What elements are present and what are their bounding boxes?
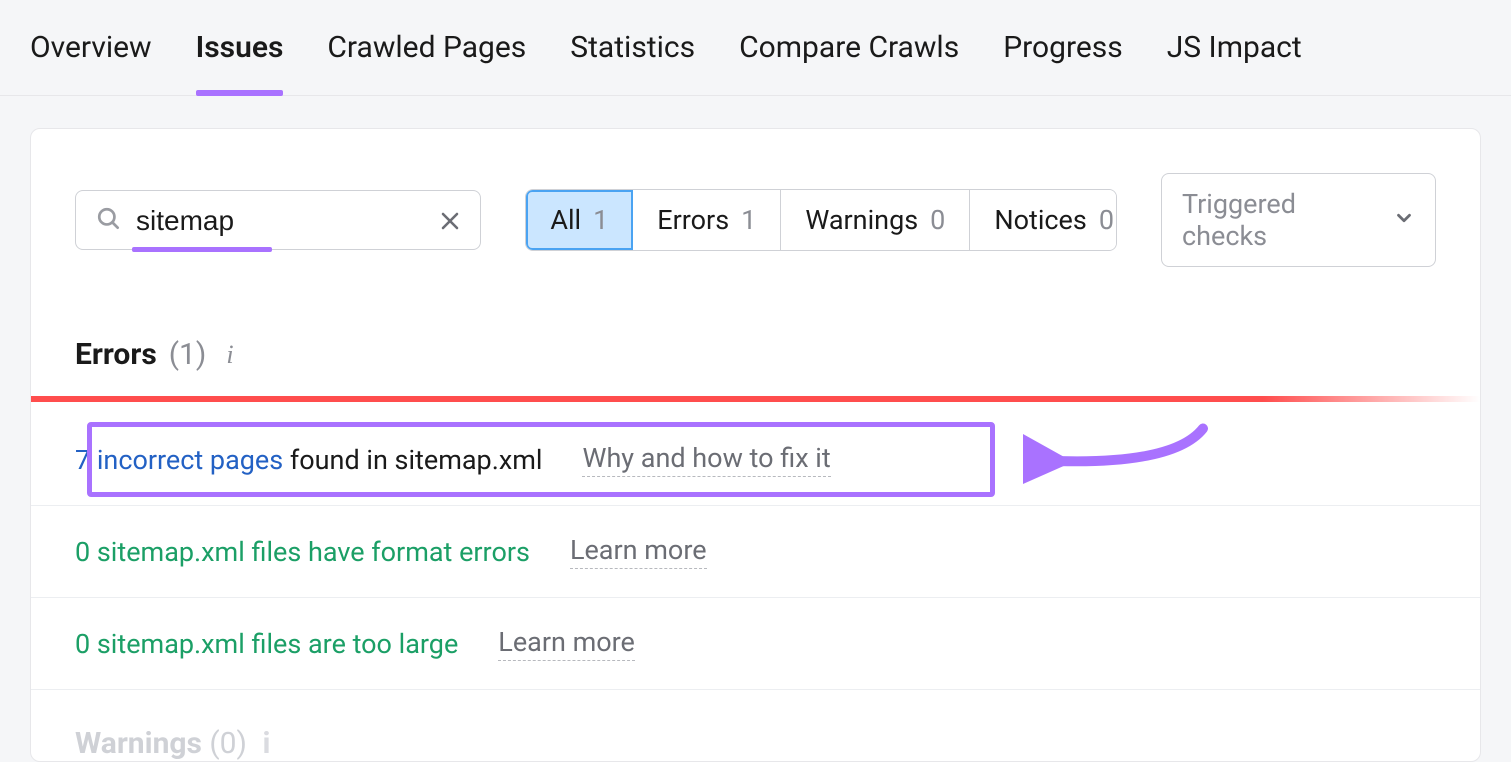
issue-link[interactable]: 0 sitemap.xml files have format errors — [75, 536, 530, 568]
issue-row[interactable]: 0 sitemap.xml files have format errors L… — [31, 506, 1480, 598]
tab-overview[interactable]: Overview — [30, 30, 152, 95]
issue-row[interactable]: 7 incorrect pages found in sitemap.xml W… — [31, 414, 1480, 506]
tab-issues[interactable]: Issues — [196, 30, 284, 95]
clear-search-icon[interactable] — [438, 209, 462, 233]
filter-notices[interactable]: Notices 0 — [970, 190, 1117, 250]
tab-progress[interactable]: Progress — [1003, 30, 1123, 95]
filter-warnings[interactable]: Warnings 0 — [781, 190, 970, 250]
tab-statistics[interactable]: Statistics — [570, 30, 695, 95]
filter-errors-label: Errors — [657, 204, 729, 236]
filter-group: All 1 Errors 1 Warnings 0 Notices 0 — [525, 189, 1117, 251]
warnings-section-header: Warnings (0) i — [31, 690, 1480, 761]
errors-divider — [31, 396, 1480, 402]
filter-errors[interactable]: Errors 1 — [633, 190, 781, 250]
search-input[interactable] — [136, 205, 424, 237]
filter-notices-count: 0 — [1099, 204, 1114, 236]
filter-warnings-count: 0 — [930, 204, 945, 236]
tab-js-impact[interactable]: JS Impact — [1167, 30, 1302, 95]
filter-all-count: 1 — [593, 204, 608, 236]
info-icon: i — [262, 726, 270, 761]
issue-suffix: found in sitemap.xml — [283, 444, 542, 476]
toolbar: All 1 Errors 1 Warnings 0 Notices 0 Trig… — [31, 173, 1480, 267]
errors-title: Errors — [75, 337, 157, 372]
issue-learn-link[interactable]: Learn more — [498, 626, 635, 661]
issue-link[interactable]: 0 sitemap.xml files are too large — [75, 628, 458, 660]
issue-row[interactable]: 0 sitemap.xml files are too large Learn … — [31, 598, 1480, 690]
filter-warnings-label: Warnings — [805, 204, 918, 236]
errors-section-header: Errors (1) i — [31, 267, 1480, 396]
filter-all-label: All — [550, 204, 581, 236]
search-icon — [96, 206, 122, 236]
chevron-down-icon — [1393, 204, 1415, 236]
tab-crawled-pages[interactable]: Crawled Pages — [327, 30, 526, 95]
filter-errors-count: 1 — [741, 204, 756, 236]
errors-count: (1) — [169, 337, 207, 372]
triggered-checks-dropdown[interactable]: Triggered checks — [1161, 173, 1436, 267]
warnings-count: (0) — [209, 726, 247, 761]
issue-list: 7 incorrect pages found in sitemap.xml W… — [31, 414, 1480, 690]
search-highlight — [132, 247, 272, 252]
issues-card: All 1 Errors 1 Warnings 0 Notices 0 Trig… — [30, 128, 1481, 762]
top-tabs: Overview Issues Crawled Pages Statistics… — [0, 0, 1511, 96]
issue-link[interactable]: 7 incorrect pages — [75, 444, 283, 476]
annotation-arrow-icon — [1023, 416, 1213, 503]
triggered-checks-label: Triggered checks — [1182, 188, 1379, 252]
filter-all[interactable]: All 1 — [526, 190, 633, 250]
filter-notices-label: Notices — [994, 204, 1086, 236]
info-icon[interactable]: i — [226, 340, 233, 370]
tab-compare-crawls[interactable]: Compare Crawls — [739, 30, 959, 95]
issue-learn-link[interactable]: Learn more — [570, 534, 707, 569]
warnings-title: Warnings — [75, 726, 202, 761]
issue-learn-link[interactable]: Why and how to fix it — [582, 442, 830, 477]
search-box[interactable] — [75, 190, 481, 250]
